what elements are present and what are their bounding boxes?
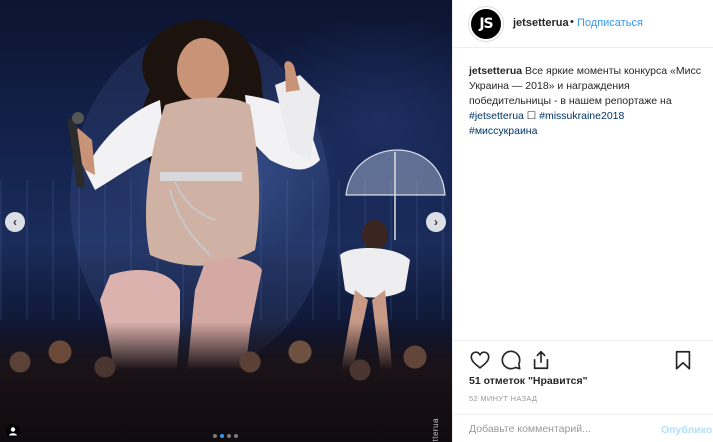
comment-icon[interactable] — [500, 349, 522, 371]
share-icon[interactable] — [530, 349, 552, 371]
heart-icon[interactable] — [469, 349, 491, 371]
caption-username[interactable]: jetsetterua — [469, 65, 522, 77]
post-caption: jetsetterua Все яркие моменты конкурса «… — [469, 64, 709, 139]
audience — [0, 322, 452, 442]
post-media[interactable]: ‹ › jetsetterua — [0, 0, 452, 442]
carousel-indicator — [213, 434, 238, 438]
header-username[interactable]: jetsetterua — [513, 17, 569, 29]
chevron-left-icon[interactable]: ‹ — [5, 212, 25, 232]
post-sidebar: JS jetsetterua • Подписаться jetsetterua… — [452, 0, 713, 442]
carousel-dot-active — [220, 434, 224, 438]
follow-button[interactable]: Подписаться — [577, 17, 643, 29]
hashtag-link[interactable]: #jetsetterua — [469, 110, 524, 122]
chevron-right-icon[interactable]: › — [426, 212, 446, 232]
post-timestamp[interactable]: 52 минут назад — [469, 394, 537, 403]
likes-count[interactable]: 51 отметок "Нравится" — [469, 375, 588, 387]
carousel-dot — [213, 434, 217, 438]
publish-button[interactable]: Опубликовать — [661, 424, 713, 436]
comment-input[interactable] — [469, 423, 649, 435]
caption-glyph: ☐ — [523, 110, 540, 122]
post-header: JS jetsetterua • Подписаться — [453, 0, 713, 48]
action-bar — [453, 340, 713, 374]
carousel-dot — [234, 434, 238, 438]
user-tag-icon[interactable] — [6, 424, 20, 438]
bookmark-icon[interactable] — [672, 349, 694, 371]
hashtag-link[interactable]: #миссукраина — [469, 125, 537, 137]
carousel-dot — [227, 434, 231, 438]
hashtag-link[interactable]: #missukraine2018 — [539, 110, 624, 122]
header-separator: • — [570, 16, 574, 28]
avatar[interactable]: JS — [469, 7, 503, 41]
photo-watermark: jetsetterua — [431, 418, 440, 442]
comment-form: Опубликовать — [453, 414, 713, 442]
